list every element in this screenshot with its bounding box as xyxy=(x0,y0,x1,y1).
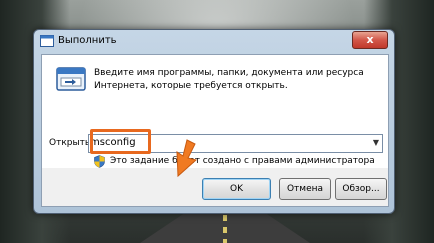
description-text: Введите имя программы, папки, документа … xyxy=(94,68,364,91)
window-title: Выполнить xyxy=(58,35,117,46)
admin-note: Это задание будет создано с правами адми… xyxy=(110,156,375,166)
close-icon: x xyxy=(366,33,374,46)
open-label: Открыть: xyxy=(49,138,94,148)
title-bar: Выполнить x xyxy=(34,30,394,52)
pointer-arrow-icon xyxy=(176,139,198,178)
run-dialog-icon xyxy=(56,67,86,91)
cancel-button[interactable]: Отмена xyxy=(279,178,331,200)
browse-button[interactable]: Обзор... xyxy=(335,178,387,200)
button-bar: OK Отмена Обзор... xyxy=(41,168,389,207)
dialog-body: Введите имя программы, папки, документа … xyxy=(41,54,389,170)
dropdown-arrow-icon[interactable]: ▼ xyxy=(373,138,379,147)
uac-shield-icon xyxy=(94,155,105,168)
run-app-icon xyxy=(40,35,54,47)
ok-button[interactable]: OK xyxy=(202,178,271,200)
input-highlight-frame xyxy=(90,129,151,154)
close-button[interactable]: x xyxy=(352,31,388,49)
run-dialog: Выполнить x Введите имя программы, папки… xyxy=(33,29,395,214)
